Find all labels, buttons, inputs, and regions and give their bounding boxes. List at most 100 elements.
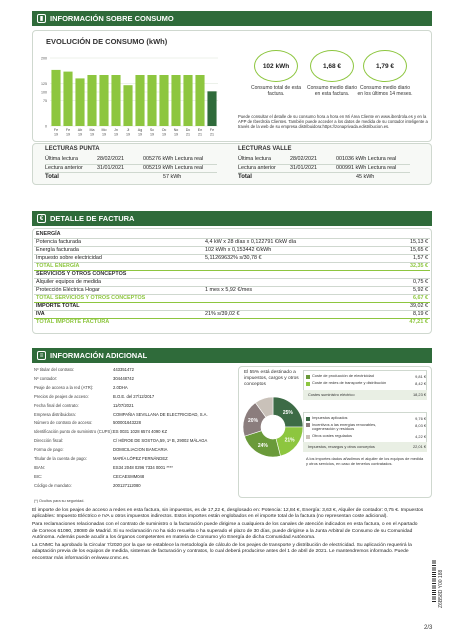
adicional-value: 500001643228	[113, 420, 141, 426]
adicional-value: 200127112080	[113, 482, 141, 488]
lectura-total-value: 45 kWh	[356, 173, 375, 180]
page-number: 2/3	[424, 625, 433, 631]
adicional-label: Forma de pago:	[34, 447, 64, 453]
lectura-separator	[45, 172, 217, 173]
adicional-value: 443351472	[113, 367, 134, 372]
chart-bar	[63, 71, 73, 126]
lecturas-punta-title: LECTURAS PUNTA	[45, 146, 100, 152]
legend-label: Otros costes regulados	[312, 433, 353, 438]
x-tick-month: Ma	[90, 128, 95, 132]
pie-slice-label: 20%	[248, 418, 259, 424]
x-tick-year: 19	[174, 133, 178, 137]
adicional-section-title: INFORMACIÓN ADICIONAL	[50, 351, 148, 360]
adicional-value: 11/07/2021	[113, 402, 134, 408]
lectura-date: 28/02/2021	[290, 156, 317, 162]
energia-row-amount: 1,57 €	[413, 255, 428, 261]
adicional-value: CECAESMM048	[113, 473, 145, 479]
total-factura-amount: 47,21 €	[409, 319, 428, 325]
lectura-date: 31/01/2021	[97, 164, 124, 171]
lectura-label: Última lectura	[45, 156, 78, 162]
adicional-label: Precios de peajes de acceso:	[34, 393, 89, 399]
total-servicios-amount: 6,67 €	[413, 295, 428, 301]
lecturas-valle-title: LECTURAS VALLE	[238, 146, 292, 152]
lectura-date: 31/01/2021	[290, 164, 317, 171]
servicio-row-calc: 1 mes x 5,92 €/mes	[205, 287, 253, 293]
adicional-value: ES 0031 1028 6574 4090 KZ	[113, 429, 168, 435]
servicios-heading: SERVICIOS Y OTROS CONCEPTOS	[36, 271, 127, 277]
adicional-label: Identificación punto de suministro (CUPS…	[34, 429, 113, 435]
energia-row-label: Energía facturada	[36, 247, 79, 253]
legend-value: 4,22 €	[415, 434, 426, 439]
legend-value: 8,03 €	[415, 422, 426, 428]
y-tick-label: 0	[45, 124, 47, 128]
x-tick-month: En	[198, 128, 202, 132]
chart-bar	[135, 75, 145, 126]
total-energia-amount: 32,35 €	[410, 263, 428, 269]
adicional-value: B.O.E. del 27/12/2017	[113, 393, 155, 399]
chart-bar	[51, 69, 61, 126]
x-tick-month: Fe	[210, 128, 214, 132]
bubble-value: 1,68 €	[322, 62, 342, 70]
cost-pie-chart: 25% 21% 24% 20%	[242, 396, 304, 458]
legend-swatch	[306, 416, 310, 421]
x-tick-month: Sc	[150, 128, 154, 132]
iva-label: IVA	[36, 311, 45, 317]
lectura-value: 001036 kWh Lectura real	[336, 156, 397, 162]
legend-swatch	[306, 423, 310, 427]
lectura-date: 28/02/2021	[97, 156, 124, 162]
energia-row-amount: 15,13 €	[410, 239, 428, 245]
servicio-row-amount: 0,75 €	[413, 279, 428, 285]
x-tick-month: Dc	[186, 128, 191, 132]
x-tick-year: 19	[102, 133, 106, 137]
servicio-row-amount: 5,92 €	[413, 287, 428, 293]
consumption-bubble: 102 kWh	[254, 50, 298, 82]
x-tick-month: Jn	[114, 128, 118, 132]
barcode	[432, 560, 436, 602]
importe-amount: 39,02 €	[410, 303, 428, 309]
bubble-label: Consumo medio diario en esta factura.	[306, 85, 358, 97]
x-tick-year: 19	[66, 133, 70, 137]
chart-bar	[159, 75, 169, 126]
adicional-label: Código de mandato:	[34, 482, 72, 488]
iva-amount: 8,19 €	[413, 311, 428, 317]
x-tick-month: Jl	[127, 128, 130, 132]
chart-bar	[147, 75, 157, 126]
y-tick-label: 200	[41, 56, 47, 60]
adicional-label: IBAN:	[34, 464, 45, 470]
lectura-value: 005276 kWh Lectura real	[143, 156, 204, 162]
adicional-label: BIC:	[34, 473, 43, 479]
evolution-note: Puede consultar el detalle de su consumo…	[238, 114, 428, 130]
legend-bottom-total-value: 22,01 €	[413, 444, 426, 449]
adicional-value: 304448742	[113, 375, 134, 381]
y-tick-label: 125	[41, 82, 47, 86]
x-tick-year: 19	[150, 133, 154, 137]
energia-heading: ENERGÍA	[36, 231, 61, 237]
chart-bar	[123, 85, 133, 126]
y-tick-label: 100	[41, 90, 47, 94]
x-tick-month: Ag	[138, 128, 142, 132]
x-tick-month: Ab	[78, 128, 82, 132]
chart-bar	[87, 75, 97, 126]
adicional-value: COMPAÑIA SEVILLANA DE ELECTRICIDAD, S.A.	[113, 411, 208, 417]
x-tick-year: 19	[90, 133, 94, 137]
adicional-label: Peaje de acceso a la red (ATR):	[34, 384, 94, 390]
lectura-total-label: Total	[238, 173, 252, 180]
factura-section-header: € DETALLE DE FACTURA	[32, 211, 432, 226]
consumo-section-title: INFORMACIÓN SOBRE CONSUMO	[50, 14, 174, 23]
energia-row-label: Potencia facturada	[36, 239, 81, 245]
x-tick-month: Fe	[66, 128, 70, 132]
adicional-section-header: ≡ INFORMACIÓN ADICIONAL	[32, 348, 432, 363]
servicio-row-label: Protección Eléctrica Hogar	[36, 287, 100, 293]
x-tick-year: 21	[186, 133, 190, 137]
legend-bottom-total-label: Impuestos, recargos y otros conceptos	[308, 444, 375, 449]
side-code-text: Z6B58D Y00 188	[438, 569, 444, 608]
adicional-value: C/ HÉROE DE SOSTOA,59, 1º B, 29002 MÁLAG…	[113, 438, 208, 444]
importe-label: IMPORTE TOTAL	[36, 303, 80, 309]
chart-bar	[75, 78, 85, 126]
pie-slice-label: 25%	[283, 410, 294, 416]
legal-paragraph: La CNMC ha aprobado la Circular 7/2020 p…	[32, 542, 412, 561]
adicional-label: Fecha final del contrato:	[34, 402, 79, 408]
legal-paragraph: Para reclamaciones relacionadas con el c…	[32, 522, 418, 541]
adicional-footnote: (*) Ocultos para su seguridad.	[34, 499, 85, 503]
bubble-value: 1,79 €	[375, 62, 395, 70]
